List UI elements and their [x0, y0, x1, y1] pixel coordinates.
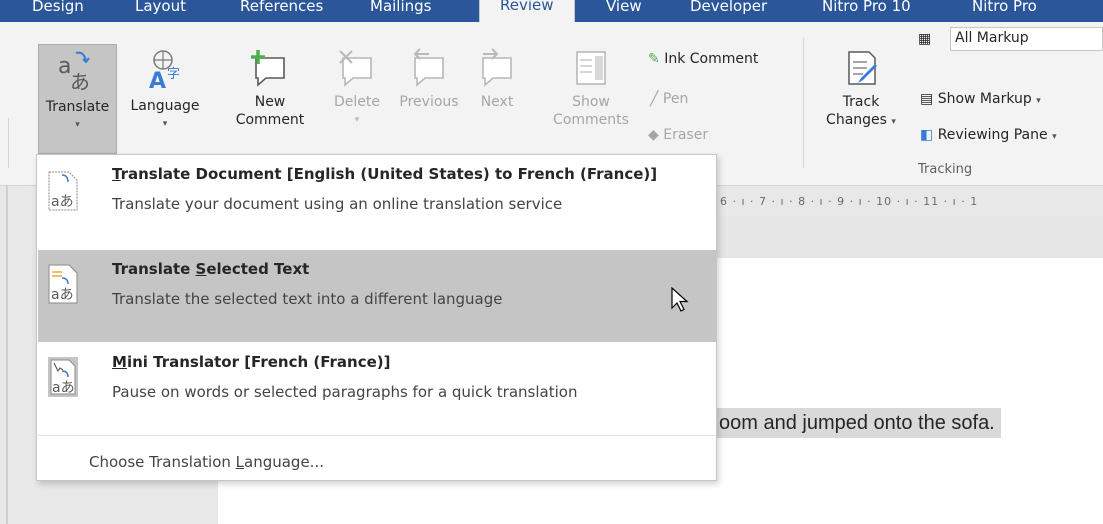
chevron-down-icon: ▾ [75, 120, 80, 130]
show-comments-label-2: Comments [553, 112, 629, 128]
translate-document-title: Translate Document [English (United Stat… [112, 165, 658, 183]
delete-comment-icon [339, 50, 372, 87]
vertical-ruler [6, 186, 8, 524]
translate-document-desc: Translate your document using an online … [112, 195, 563, 213]
track-changes-button[interactable]: Track Changes ▾ [818, 48, 904, 152]
eraser-label: Eraser [663, 127, 709, 143]
chevron-down-icon: ▾ [162, 119, 168, 129]
reviewing-pane-icon: ◧ [920, 127, 934, 143]
translate-button[interactable]: a あ Translate ▾ [38, 44, 117, 154]
translate-selected-text-title: Translate Selected Text [112, 260, 310, 278]
mini-translator-title: Mini Translator [French (France)] [112, 353, 391, 371]
translate-label: Translate [45, 99, 110, 115]
svg-text:aあ: aあ [51, 194, 74, 210]
translate-selected-text-menu-item[interactable]: aあ Translate Selected Text Translate the… [38, 250, 716, 342]
language-icon: A 字 [149, 50, 180, 94]
next-label: Next [480, 94, 514, 110]
reviewing-pane-button[interactable]: ◧ Reviewing Pane ▾ [920, 126, 1057, 146]
display-for-review-value: All Markup [955, 30, 1029, 46]
language-label: Language [130, 98, 200, 114]
show-comments-label-1: Show [572, 94, 610, 110]
svg-text:aあ: aあ [51, 287, 74, 303]
new-comment-button[interactable]: New Comment [222, 48, 318, 152]
translate-document-title-rest: ranslate Document [English (United State… [120, 165, 658, 183]
show-markup-icon: ▤ [920, 91, 934, 107]
tab-nitro-pro-10[interactable]: Nitro Pro 10 [822, 0, 911, 22]
translate-selected-text-icon: aあ [48, 264, 78, 304]
group-separator [803, 38, 804, 168]
tab-developer[interactable]: Developer [690, 0, 767, 22]
new-comment-label-1: New [254, 94, 286, 110]
tab-review[interactable]: Review [479, 0, 575, 22]
tab-references[interactable]: References [240, 0, 323, 22]
tab-nitro-pro[interactable]: Nitro Pro [972, 0, 1037, 22]
chevron-down-icon: ▾ [354, 115, 360, 125]
choose-translation-language-menu-item[interactable]: Choose Translation Language... [89, 453, 324, 471]
menu-separator [38, 435, 716, 436]
ink-comment-icon: ✎ [648, 51, 660, 67]
group-separator [8, 118, 9, 168]
chevron-down-icon: ▾ [1036, 96, 1041, 106]
selected-document-text[interactable]: oom and jumped onto the sofa. [715, 408, 1001, 438]
new-comment-icon [251, 50, 285, 87]
ink-comment-label: Ink Comment [664, 51, 759, 67]
chevron-down-icon: ▾ [1052, 132, 1057, 142]
next-comment-button[interactable]: Next [466, 48, 528, 152]
next-comment-icon [482, 48, 512, 87]
translate-selected-text-desc: Translate the selected text into a diffe… [112, 290, 503, 308]
translate-document-icon: aあ [48, 171, 78, 211]
svg-text:aあ: aあ [52, 380, 75, 396]
tab-mailings[interactable]: Mailings [370, 0, 431, 22]
reviewing-pane-label: Reviewing Pane [937, 127, 1048, 143]
previous-comment-button[interactable]: Previous [394, 48, 464, 152]
translate-document-menu-item[interactable]: aあ Translate Document [English (United S… [38, 157, 716, 249]
track-changes-icon [848, 51, 877, 85]
mouse-cursor-icon [671, 287, 689, 312]
tab-view[interactable]: View [606, 0, 642, 22]
ribbon-tab-bar: Design Layout References Mailings Review… [0, 0, 1103, 22]
translate-icon: a あ [58, 51, 90, 94]
display-for-review-dropdown[interactable]: All Markup [950, 27, 1103, 51]
show-comments-icon [576, 51, 606, 85]
previous-comment-icon [413, 48, 444, 87]
tracking-group-label: Tracking [918, 162, 973, 177]
tab-design[interactable]: Design [32, 0, 84, 22]
delete-label: Delete [334, 94, 380, 110]
track-changes-label-1: Track [842, 94, 880, 110]
show-markup-label: Show Markup [937, 91, 1032, 107]
previous-label: Previous [399, 94, 459, 110]
track-changes-label-2: Changes ▾ [826, 112, 896, 128]
language-button[interactable]: A 字 Language ▾ [119, 44, 211, 154]
show-markup-button[interactable]: ▤ Show Markup ▾ [920, 90, 1041, 110]
eraser-icon: ◆ [648, 127, 659, 143]
delete-comment-button[interactable]: Delete ▾ [322, 48, 392, 152]
ink-comment-button[interactable]: ✎ Ink Comment [648, 50, 758, 68]
mini-translator-icon: aあ [48, 357, 78, 397]
show-comments-button[interactable]: Show Comments [544, 48, 638, 152]
tab-layout[interactable]: Layout [135, 0, 186, 22]
pen-button[interactable]: ╱ Pen [650, 90, 688, 108]
svg-text:字: 字 [167, 67, 180, 82]
display-for-review-icon: ▦ [918, 31, 932, 47]
svg-text:あ: あ [70, 70, 90, 93]
ruler-numbers: 6 · ı · 7 · ı · 8 · ı · 9 · ı · 10 · ı ·… [720, 195, 979, 208]
mini-translator-desc: Pause on words or selected paragraphs fo… [112, 383, 578, 401]
pen-icon: ╱ [650, 91, 659, 107]
new-comment-label-2: Comment [235, 112, 305, 128]
eraser-button[interactable]: ◆ Eraser [648, 126, 708, 144]
mini-translator-menu-item[interactable]: aあ Mini Translator [French (France)] Pau… [38, 343, 716, 435]
pen-label: Pen [662, 91, 689, 107]
translate-dropdown-menu: aあ Translate Document [English (United S… [36, 154, 717, 481]
svg-text:A: A [149, 69, 166, 92]
